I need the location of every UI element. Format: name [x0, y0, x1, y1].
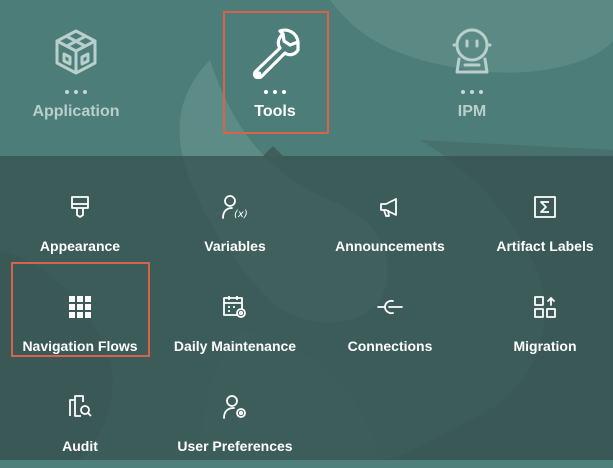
wrench-icon — [247, 24, 303, 80]
nav-ipm[interactable]: IPM — [420, 12, 524, 132]
grid-icon — [65, 292, 95, 322]
tile-audit[interactable]: Audit — [10, 382, 150, 468]
calendar-gear-icon — [220, 292, 250, 322]
tile-label: Variables — [204, 238, 266, 254]
connection-icon — [375, 292, 405, 322]
tile-label: Audit — [62, 438, 98, 454]
tile-appearance[interactable]: Appearance — [10, 182, 150, 268]
tile-migration[interactable]: Migration — [475, 282, 613, 368]
tile-label: Migration — [513, 338, 577, 354]
nav-tools[interactable]: Tools — [223, 12, 327, 132]
nav-ipm-label: IPM — [457, 103, 487, 120]
tile-label: Connections — [347, 338, 433, 354]
nav-application-label: Application — [32, 103, 120, 120]
tools-panel: Appearance (x) Variables Announcements A… — [0, 156, 613, 460]
migration-icon — [530, 292, 560, 322]
sigma-icon — [530, 192, 560, 222]
more-dots — [264, 90, 286, 94]
active-tab-pointer — [263, 146, 283, 156]
tile-announcements[interactable]: Announcements — [320, 182, 460, 268]
nav-application[interactable]: Application — [24, 12, 128, 132]
tile-label: Appearance — [39, 238, 121, 254]
tile-variables[interactable]: (x) Variables — [165, 182, 305, 268]
more-dots — [65, 90, 87, 94]
tile-connections[interactable]: Connections — [320, 282, 460, 368]
tile-artifact-labels[interactable]: Artifact Labels — [475, 182, 613, 268]
tile-user-preferences[interactable]: User Preferences — [165, 382, 305, 468]
nav-tools-label: Tools — [254, 103, 296, 120]
cube-icon — [48, 24, 104, 80]
tile-label: Navigation Flows — [22, 338, 138, 354]
tile-label: Daily Maintenance — [173, 338, 297, 354]
user-variable-icon: (x) — [220, 192, 250, 222]
tile-label: Artifact Labels — [496, 238, 594, 254]
tile-daily-maintenance[interactable]: Daily Maintenance — [165, 282, 305, 368]
megaphone-icon — [375, 192, 405, 222]
tile-label: User Preferences — [177, 438, 293, 454]
robot-icon — [444, 24, 500, 80]
more-dots — [461, 90, 483, 94]
tile-label: Announcements — [335, 238, 445, 254]
audit-icon — [65, 392, 95, 422]
top-navigation: Application Tools IPM — [0, 0, 613, 155]
user-gear-icon — [220, 392, 250, 422]
paint-brush-icon — [65, 192, 95, 222]
tile-navigation-flows[interactable]: Navigation Flows — [10, 282, 150, 368]
svg-text:(x): (x) — [234, 209, 248, 220]
